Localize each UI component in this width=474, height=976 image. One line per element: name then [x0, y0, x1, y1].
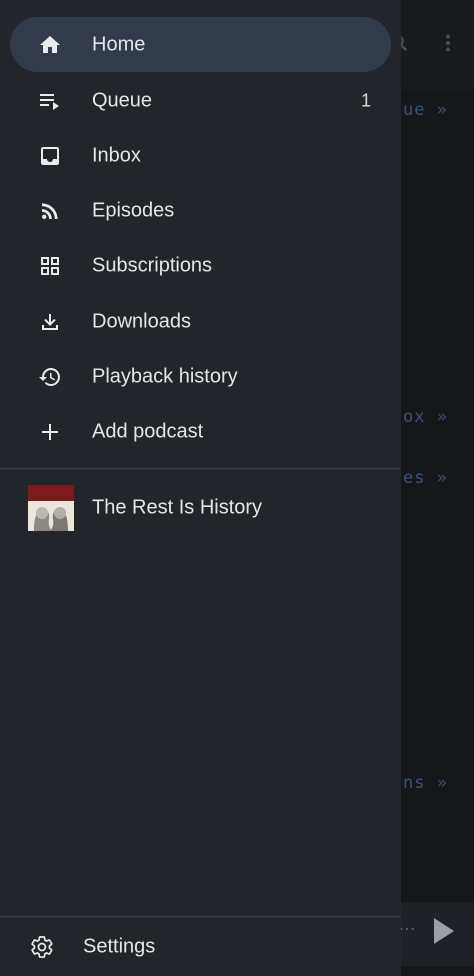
play-icon: [434, 918, 454, 944]
inbox-icon: [38, 144, 62, 168]
settings-label: Settings: [83, 935, 156, 958]
drawer-item-label: Playback history: [92, 365, 238, 387]
drawer-item-add-podcast[interactable]: Add podcast: [10, 404, 391, 459]
queue-icon: [38, 89, 62, 113]
history-icon: [38, 365, 62, 389]
navigation-drawer: Home Queue 1 Inbox Episodes Subscription…: [0, 0, 401, 976]
drawer-item-home[interactable]: Home: [10, 17, 391, 72]
settings-button[interactable]: Settings: [0, 918, 401, 976]
drawer-item-label: Episodes: [92, 199, 175, 221]
drawer-item-episodes[interactable]: Episodes: [10, 183, 391, 238]
drawer-item-label: Add podcast: [92, 420, 204, 442]
queue-count-badge: 1: [360, 90, 371, 110]
gear-icon: [30, 935, 54, 959]
drawer-item-downloads[interactable]: Downloads: [10, 294, 391, 349]
podcast-title: The Rest Is History: [92, 496, 263, 519]
drawer-item-playback-history[interactable]: Playback history: [10, 349, 391, 404]
podcast-cover-image: [28, 485, 74, 531]
drawer-divider: [0, 468, 401, 469]
drawer-item-label: Subscriptions: [92, 254, 213, 276]
app-root: eue » ox » des » ons » … Home Queue 1 In…: [0, 0, 474, 976]
drawer-divider: [0, 916, 401, 917]
background-inbox-link: ox »: [403, 407, 448, 427]
drawer-item-label: Inbox: [92, 144, 141, 166]
rss-icon: [38, 199, 62, 223]
drawer-item-inbox[interactable]: Inbox: [10, 128, 391, 183]
grid-icon: [38, 254, 62, 278]
drawer-item-label: Home: [92, 33, 146, 55]
drawer-item-label: Queue: [92, 89, 153, 111]
more-vert-icon: [442, 32, 454, 60]
drawer-item-label: Downloads: [92, 310, 191, 332]
plus-icon: [38, 420, 62, 444]
drawer-item-queue[interactable]: Queue 1: [10, 73, 391, 128]
drawer-item-subscriptions[interactable]: Subscriptions: [10, 238, 391, 293]
drawer-podcast-the-rest-is-history[interactable]: The Rest Is History: [10, 480, 391, 536]
download-icon: [38, 310, 62, 334]
home-icon: [38, 33, 62, 57]
